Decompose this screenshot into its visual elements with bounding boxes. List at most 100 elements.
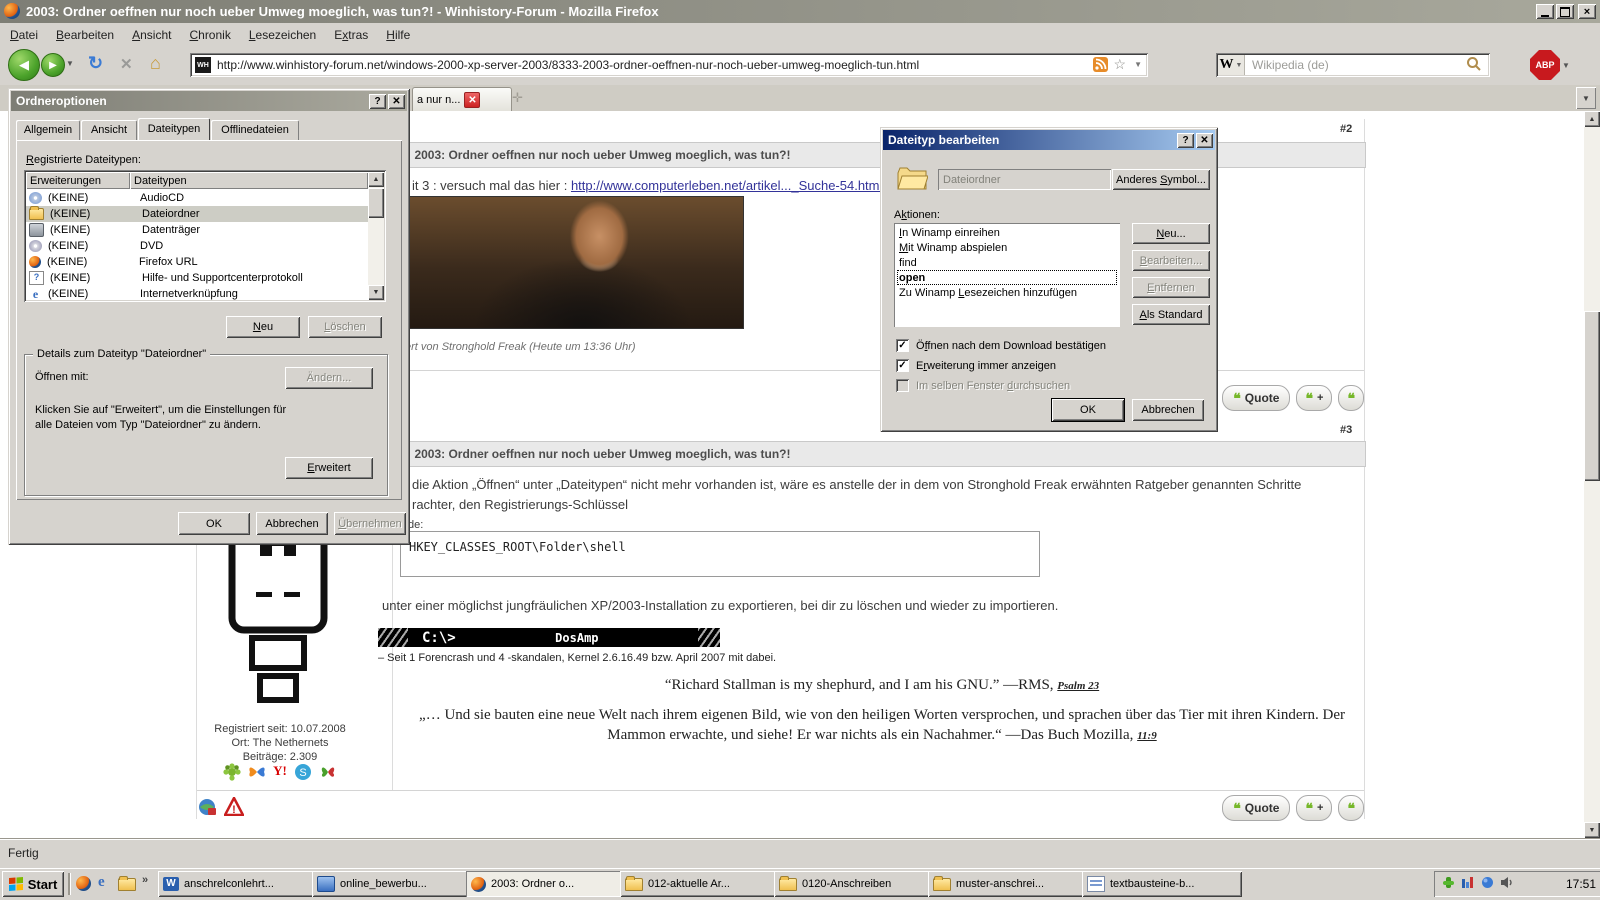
action-item[interactable]: find <box>897 255 1117 270</box>
tray-network-icon[interactable] <box>1461 876 1475 892</box>
checkbox-checked-icon[interactable]: ✓ <box>896 339 909 352</box>
forward-button[interactable]: ▶ <box>41 53 65 77</box>
taskbar-clock[interactable]: 17:51 <box>1566 877 1596 891</box>
list-tabs-dropdown-icon[interactable]: ▼ <box>1576 87 1596 109</box>
rss-icon[interactable] <box>1093 57 1108 72</box>
maximize-button[interactable] <box>1554 4 1574 19</box>
always-show-extension-checkbox[interactable]: ✓ Erweiterung immer anzeigen <box>896 359 1056 372</box>
search-engine-icon[interactable]: W▼ <box>1218 55 1245 75</box>
post2-number[interactable]: #2 <box>1340 123 1352 135</box>
post2-image[interactable] <box>408 196 744 329</box>
filetype-row[interactable]: (KEINE) DVD <box>26 238 368 254</box>
filetype-row-selected[interactable]: (KEINE) Dateiordner <box>26 206 368 222</box>
post2-quickreply-button[interactable]: ❝ <box>1338 385 1364 411</box>
column-erweiterungen[interactable]: Erweiterungen <box>26 172 130 189</box>
browser-tab[interactable]: a nur n... ✕ <box>412 87 512 112</box>
page-scrollbar[interactable]: ▲ ▼ <box>1584 111 1600 838</box>
actions-list[interactable]: In Winamp einreihen Mit Winamp abspielen… <box>894 223 1120 327</box>
edit-filetype-titlebar[interactable]: Dateityp bearbeiten ? ✕ <box>883 130 1215 150</box>
tab-ansicht[interactable]: Ansicht <box>81 120 137 140</box>
menu-chronik[interactable]: Chronik <box>189 28 230 42</box>
tray-volume-icon[interactable] <box>1500 876 1514 892</box>
filetype-row[interactable]: ? (KEINE) Hilfe- und Supportcenterprotok… <box>26 270 368 286</box>
cancel-button[interactable]: Abbrechen <box>1132 399 1204 421</box>
bookmark-star-icon[interactable]: ☆ <box>1113 56 1126 73</box>
help-button[interactable]: ? <box>369 94 386 109</box>
close-button[interactable]: × <box>1576 4 1596 19</box>
edit-action-button[interactable]: Bearbeiten... <box>1132 250 1210 271</box>
close-button[interactable]: ✕ <box>1196 133 1213 148</box>
checkbox-unchecked-icon[interactable]: ✓ <box>896 379 909 392</box>
post3-quote-button[interactable]: ❝Quote <box>1222 795 1290 821</box>
scrollbar-thumb[interactable] <box>1584 311 1600 481</box>
taskbar-task[interactable]: Wanschrelconlehrt... <box>158 871 318 897</box>
quicklaunch-chevron-icon[interactable]: » <box>142 874 148 886</box>
post3-code-box[interactable]: HKEY_CLASSES_ROOT\Folder\shell <box>400 531 1040 577</box>
forward-dropdown-icon[interactable]: ▼ <box>66 59 74 68</box>
folder-options-titlebar[interactable]: Ordneroptionen ? ✕ <box>11 91 407 111</box>
icq-icon[interactable] <box>223 763 241 784</box>
apply-button[interactable]: Übernehmen <box>334 512 406 535</box>
quicklaunch-firefox-icon[interactable] <box>76 876 91 891</box>
skype-icon[interactable]: S <box>294 763 312 784</box>
action-item-selected[interactable]: open <box>897 270 1117 285</box>
new-action-button[interactable]: Neu... <box>1132 223 1210 244</box>
delete-filetype-button[interactable]: Löschen <box>308 316 382 338</box>
post3-multiquote-button[interactable]: ❝+ <box>1296 795 1332 821</box>
tab-offlinedateien[interactable]: Offlinedateien <box>211 120 299 140</box>
url-text[interactable]: http://www.winhistory-forum.net/windows-… <box>217 58 919 72</box>
quote1-link[interactable]: Psalm 23 <box>1057 680 1099 692</box>
taskbar-task[interactable]: online_bewerbu... <box>312 871 472 897</box>
urlbar-dropdown-icon[interactable]: ▼ <box>1134 60 1142 69</box>
action-item[interactable]: Mit Winamp abspielen <box>897 240 1117 255</box>
post2-multiquote-button[interactable]: ❝+ <box>1296 385 1332 411</box>
menu-hilfe[interactable]: Hilfe <box>386 28 410 42</box>
change-icon-button[interactable]: Anderes Symbol... <box>1112 169 1210 190</box>
reload-button[interactable]: ↻ <box>88 53 103 74</box>
tab-allgemein[interactable]: Allgemein <box>16 120 80 140</box>
post3-quickreply-button[interactable]: ❝ <box>1338 795 1364 821</box>
ok-button[interactable]: OK <box>178 512 250 535</box>
close-button[interactable]: ✕ <box>388 94 405 109</box>
new-filetype-button[interactable]: Neu <box>226 316 300 338</box>
menu-datei[interactable]: Datei <box>10 28 38 42</box>
quicklaunch-folder-icon[interactable] <box>118 878 136 891</box>
action-item[interactable]: Zu Winamp Lesezeichen hinzufügen <box>897 285 1117 300</box>
quicklaunch-ie-icon[interactable]: e <box>98 874 105 891</box>
stop-button[interactable]: ✕ <box>120 55 133 73</box>
scroll-up-icon[interactable]: ▲ <box>1584 111 1600 127</box>
column-dateitypen[interactable]: Dateitypen <box>130 172 368 189</box>
list-scroll-up-icon[interactable]: ▲ <box>368 172 384 187</box>
taskbar-task[interactable]: muster-anschrei... <box>928 871 1088 897</box>
report-icon[interactable]: ! <box>224 797 244 819</box>
change-button[interactable]: Ändern... <box>285 367 373 389</box>
checkbox-checked-icon[interactable]: ✓ <box>896 359 909 372</box>
scroll-down-icon[interactable]: ▼ <box>1584 822 1600 838</box>
search-bar[interactable]: W▼ Wikipedia (de) <box>1216 53 1490 77</box>
filetype-row[interactable]: (KEINE) Datenträger <box>26 222 368 238</box>
homepage-icon[interactable] <box>198 798 217 820</box>
aim-icon[interactable] <box>319 763 337 784</box>
filetype-row[interactable]: e (KEINE) Internetverknüpfung <box>26 286 368 302</box>
search-magnifier-icon[interactable] <box>1466 56 1482 75</box>
menu-bearbeiten[interactable]: Bearbeiten <box>56 28 114 42</box>
yahoo-icon[interactable]: Y! <box>273 763 287 784</box>
ok-button[interactable]: OK <box>1052 399 1124 421</box>
filetype-name-field[interactable]: Dateiordner <box>938 169 1111 190</box>
location-bar[interactable]: WH http://www.winhistory-forum.net/windo… <box>190 53 1148 77</box>
home-button[interactable]: ⌂ <box>150 53 161 74</box>
post2-link[interactable]: http://www.computerleben.net/artikel..._… <box>571 178 882 193</box>
taskbar-task[interactable]: 0120-Anschreiben <box>774 871 934 897</box>
adblock-icon[interactable]: ABP <box>1530 50 1560 80</box>
quote2-link[interactable]: 11:9 <box>1137 730 1157 742</box>
start-button[interactable]: Start <box>2 871 64 897</box>
remove-action-button[interactable]: Entfernen <box>1132 277 1210 298</box>
taskbar-task-active[interactable]: 2003: Ordner o... <box>466 871 626 897</box>
list-scrollbar[interactable]: ▲ ▼ <box>368 172 384 300</box>
post3-number[interactable]: #3 <box>1340 424 1352 436</box>
menu-ansicht[interactable]: Ansicht <box>132 28 171 42</box>
filetype-list[interactable]: Erweiterungen Dateitypen (KEINE) AudioCD… <box>24 170 386 302</box>
action-item[interactable]: In Winamp einreihen <box>897 225 1117 240</box>
new-tab-icon[interactable]: ✛ <box>512 90 523 106</box>
minimize-button[interactable] <box>1534 4 1554 19</box>
